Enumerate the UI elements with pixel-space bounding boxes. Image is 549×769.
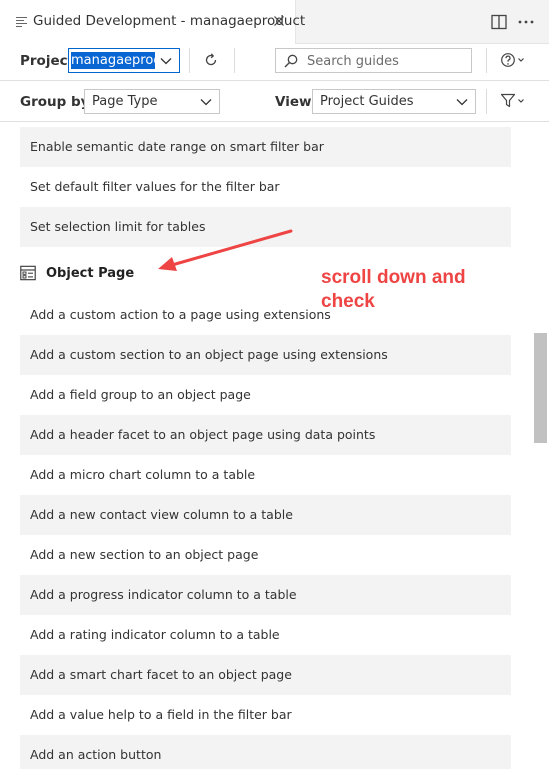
list-item[interactable]: Add a rating indicator column to a table <box>20 615 511 655</box>
view-select[interactable]: Project Guides <box>312 89 476 114</box>
divider <box>486 89 487 114</box>
annotation-line-2: check <box>321 291 375 312</box>
chevron-down-icon <box>160 58 172 65</box>
guides-list: Enable semantic date range on smart filt… <box>0 122 549 769</box>
group-by-label: Group by <box>20 94 90 110</box>
section-title: Object Page <box>46 266 135 281</box>
annotation-arrow <box>158 229 293 271</box>
list-item[interactable]: Add a new contact view column to a table <box>20 495 511 535</box>
search-icon <box>284 54 298 68</box>
list-item[interactable]: Add a micro chart column to a table <box>20 455 511 495</box>
close-icon[interactable] <box>270 12 288 30</box>
toolbar-divider <box>0 80 549 81</box>
list-item-label: Add a progress indicator column to a tab… <box>30 587 297 602</box>
list-item[interactable]: Add an action button <box>20 735 511 769</box>
list-item[interactable]: Set default filter values for the filter… <box>20 167 511 207</box>
list-item-label: Add a rating indicator column to a table <box>30 627 280 642</box>
list-item[interactable]: Add a value help to a field in the filte… <box>20 695 511 735</box>
group-by-value: Page Type <box>92 94 158 109</box>
scrollbar-track[interactable] <box>534 122 548 769</box>
list-item[interactable]: Add a field group to an object page <box>20 375 511 415</box>
guided-development-panel: Guided Development - managaeproduct Proj… <box>0 0 549 769</box>
divider <box>234 48 235 73</box>
annotation-line-1: scroll down and <box>321 267 466 288</box>
list-item[interactable]: Add a smart chart facet to an object pag… <box>20 655 511 695</box>
view-label: View <box>275 94 312 110</box>
list-item-label: Enable semantic date range on smart filt… <box>30 139 324 154</box>
list-item-label: Add a header facet to an object page usi… <box>30 427 376 442</box>
page-layout-icon <box>20 265 36 281</box>
list-item[interactable]: Add a new section to an object page <box>20 535 511 575</box>
project-select-value: managaeproduct <box>71 52 155 69</box>
list-item[interactable]: Enable semantic date range on smart filt… <box>20 127 511 167</box>
divider <box>189 48 190 73</box>
tab-guided-development[interactable]: Guided Development - managaeproduct <box>0 0 305 44</box>
search-input[interactable] <box>307 52 467 70</box>
list-item-label: Add a micro chart column to a table <box>30 467 256 482</box>
search-guides-box[interactable] <box>275 48 472 73</box>
project-label: Project <box>20 53 75 69</box>
scrollbar-thumb[interactable] <box>534 333 547 443</box>
list-item-label: Add a value help to a field in the filte… <box>30 707 292 722</box>
list-item[interactable]: Add a custom section to an object page u… <box>20 335 511 375</box>
chevron-down-icon <box>456 99 468 106</box>
editor-tab-bar: Guided Development - managaeproduct <box>0 0 549 44</box>
chevron-down-icon <box>200 99 212 106</box>
filter-icon[interactable] <box>499 91 527 111</box>
document-lines-icon <box>16 17 27 27</box>
divider <box>486 48 487 73</box>
list-item-label: Add a new section to an object page <box>30 547 259 562</box>
split-editor-icon[interactable] <box>490 13 508 31</box>
list-item[interactable]: Add a progress indicator column to a tab… <box>20 575 511 615</box>
annotation-note: scroll down and check <box>321 266 521 314</box>
list-item[interactable]: Add a header facet to an object page usi… <box>20 415 511 455</box>
list-item-label: Add an action button <box>30 747 162 762</box>
project-select[interactable]: managaeproduct <box>68 48 180 73</box>
refresh-icon[interactable] <box>203 52 219 68</box>
more-actions-icon[interactable] <box>516 13 536 31</box>
list-item-label: Add a custom action to a page using exte… <box>30 307 331 322</box>
list-item-label: Add a smart chart facet to an object pag… <box>30 667 292 682</box>
list-item-label: Set default filter values for the filter… <box>30 179 280 194</box>
list-item-label: Add a custom section to an object page u… <box>30 347 388 362</box>
list-item-label: Add a new contact view column to a table <box>30 507 293 522</box>
group-by-select[interactable]: Page Type <box>84 89 220 114</box>
help-menu-icon[interactable] <box>499 51 527 69</box>
tab-title: Guided Development - managaeproduct <box>33 13 306 29</box>
list-item-label: Add a field group to an object page <box>30 387 251 402</box>
view-value: Project Guides <box>320 94 414 109</box>
